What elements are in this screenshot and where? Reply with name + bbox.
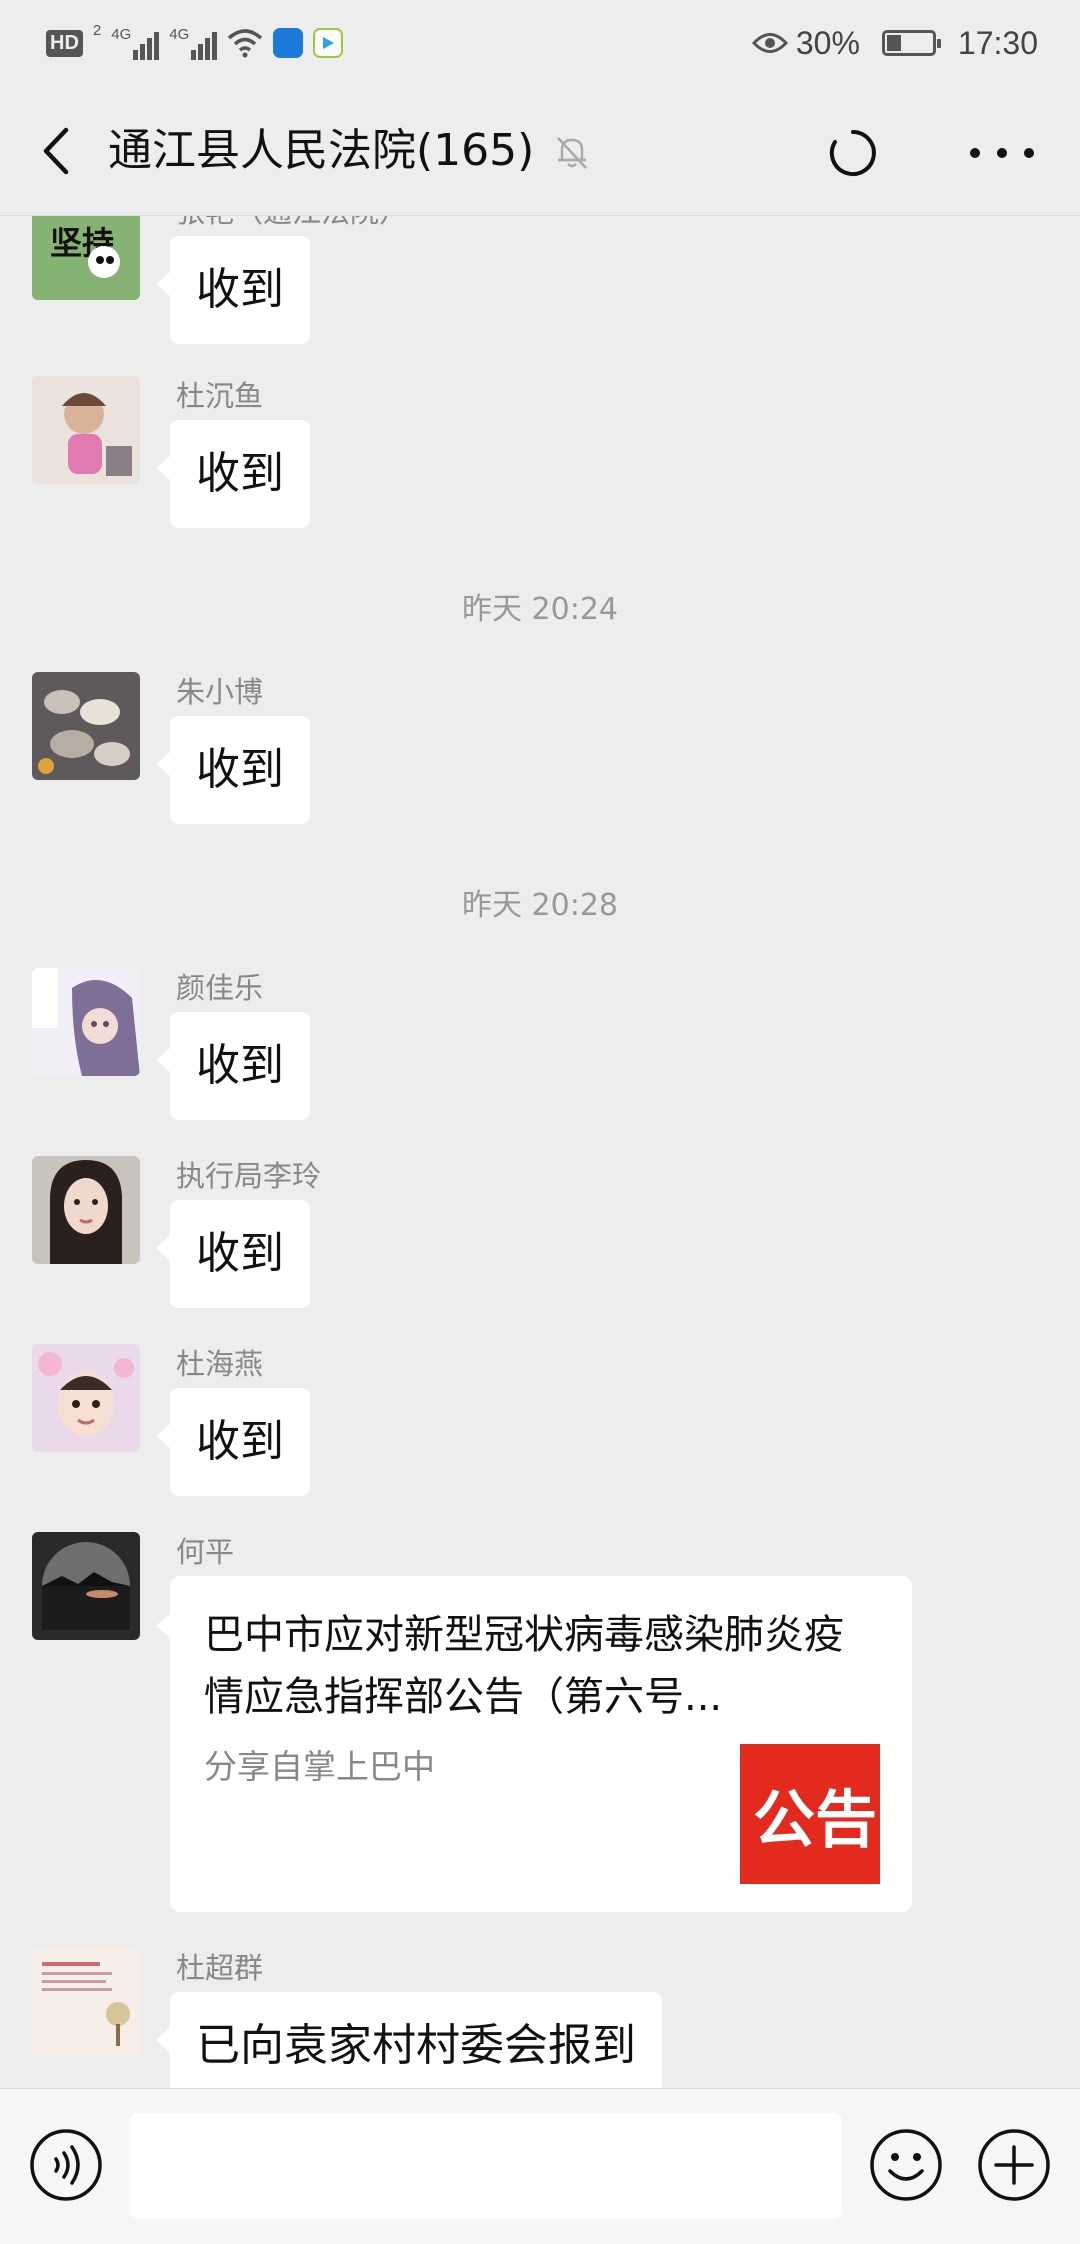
avatar[interactable] [32, 968, 140, 1076]
article-thumbnail: 公告 [740, 1744, 880, 1884]
timestamp-divider: 昨天 20:24 [462, 592, 618, 627]
clock: 17:30 [957, 24, 1038, 61]
battery-icon [881, 30, 941, 56]
signal-1-icon: 4G [111, 26, 160, 60]
avatar[interactable] [32, 1948, 140, 2056]
shared-article-card[interactable]: 巴中市应对新型冠状病毒感染肺炎疫情应急指挥部公告（第六号... 分享自掌上巴中 … [156, 1576, 912, 1912]
sender-name: 朱小博 [176, 675, 264, 709]
message-list[interactable]: 坚持 张艳（通江法院） 收到 杜沉鱼 收到 昨天 20:24 [0, 216, 1080, 2088]
voice-input-icon[interactable] [28, 2127, 104, 2203]
message-bubble[interactable]: 收到 [156, 1012, 310, 1120]
status-bar: HD 2 4G 4G 30% 17:30 [0, 0, 1080, 86]
avatar[interactable] [32, 1532, 140, 1640]
shield-app-icon [273, 28, 304, 58]
sender-name: 颜佳乐 [176, 971, 264, 1005]
avatar[interactable]: 坚持 [32, 216, 140, 300]
back-arrow-icon[interactable] [30, 122, 88, 180]
emoji-icon[interactable] [868, 2127, 944, 2203]
avatar[interactable] [32, 376, 140, 484]
avatar[interactable] [32, 672, 140, 780]
message-input[interactable] [130, 2113, 842, 2219]
add-attachment-icon[interactable] [976, 2127, 1052, 2203]
message-bubble[interactable]: 收到 [156, 1388, 310, 1496]
thumbnail-text: 公告 [752, 1783, 877, 1856]
sim-slot-label: 2 [92, 22, 102, 39]
sender-name: 杜超群 [176, 1951, 264, 1985]
sender-name: 杜沉鱼 [176, 379, 264, 413]
sender-name: 执行局李玲 [176, 1159, 322, 1193]
battery-percent: 30% [795, 24, 860, 61]
sender-name: 杜海燕 [176, 1347, 264, 1381]
play-app-icon [313, 28, 344, 58]
wifi-icon [228, 29, 263, 58]
article-title: 巴中市应对新型冠状病毒感染肺炎疫情应急指挥部公告（第六号... [204, 1612, 844, 1720]
avatar[interactable] [32, 1344, 140, 1452]
chat-title: 通江县人民法院(165) [108, 125, 535, 176]
message-bubble[interactable]: 收到 [156, 236, 310, 344]
chat-input-bar [0, 2088, 1080, 2244]
message-bubble[interactable]: 收到 [156, 420, 310, 528]
more-options-button[interactable] [970, 126, 1034, 180]
message-bubble[interactable]: 收到 [156, 1200, 310, 1308]
dot-icon [1024, 148, 1034, 158]
timestamp-divider: 昨天 20:28 [462, 888, 618, 923]
message-bubble[interactable]: 已向袁家村村委会报到 [156, 1992, 662, 2088]
loading-circle-icon[interactable] [826, 126, 880, 180]
message-bubble[interactable]: 收到 [156, 716, 310, 824]
eye-comfort-icon [751, 33, 788, 53]
hd-voice-icon: HD [46, 29, 83, 57]
dot-icon [970, 148, 980, 158]
dot-icon [997, 148, 1007, 158]
sender-name: 张艳（通江法院） [176, 216, 408, 230]
chat-header: 通江县人民法院(165) [0, 86, 1080, 216]
signal-2-icon: 4G [169, 26, 218, 60]
sender-name: 何平 [176, 1535, 235, 1569]
mute-bell-icon [557, 137, 587, 169]
avatar[interactable] [32, 1156, 140, 1264]
